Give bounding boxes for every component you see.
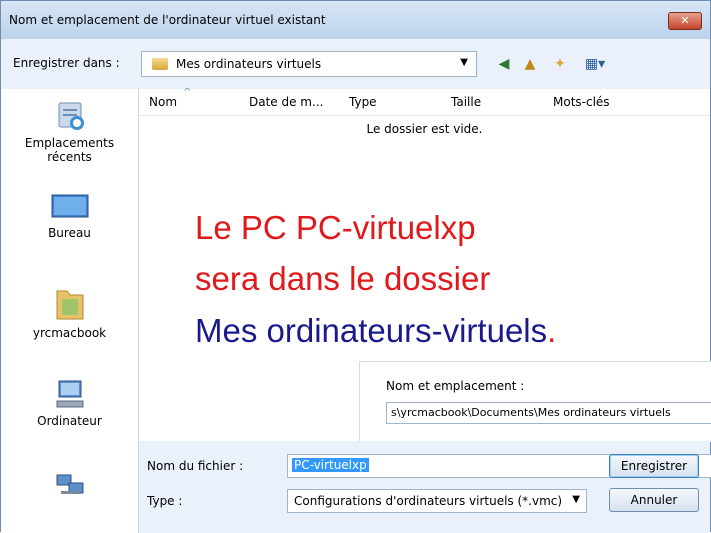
sidebar-item-label: Bureau [48, 226, 91, 240]
chevron-down-icon: ▼ [572, 494, 580, 505]
network-icon [56, 474, 83, 494]
sidebar-item-desktop[interactable]: Bureau [1, 193, 138, 240]
column-header: Nom ^ Date de m... Type Taille Mots-clés [139, 87, 710, 116]
save-dialog: Nom et emplacement de l'ordinateur virtu… [0, 0, 711, 533]
sidebar-item-label: Emplacements récents [24, 136, 115, 164]
sidebar-item-computer[interactable]: Ordinateur [1, 377, 138, 428]
close-icon: ✕ [680, 14, 690, 27]
filename-label: Nom du fichier : [147, 459, 244, 473]
annotation-line-3: Mes ordinateurs-virtuels. [195, 312, 556, 350]
back-icon[interactable]: ◀ [495, 55, 513, 73]
toolbar: Enregistrer dans : Mes ordinateurs virtu… [1, 39, 710, 89]
desktop-icon [51, 194, 88, 218]
dialog-footer: Nom du fichier : PC-virtuelxp ▼ Type : C… [139, 441, 711, 533]
location-path: s\yrcmacbook\Documents\Mes ordinateurs v… [386, 402, 711, 424]
sidebar-item-label: yrcmacbook [32, 326, 107, 340]
title-bar: Nom et emplacement de l'ordinateur virtu… [1, 1, 710, 39]
type-dropdown[interactable]: Configurations d'ordinateurs virtuels (*… [287, 489, 587, 513]
user-folder-icon [56, 290, 83, 320]
up-folder-icon[interactable]: ▲ [521, 55, 539, 73]
column-name[interactable]: Nom [149, 95, 177, 109]
column-type[interactable]: Type [349, 95, 377, 109]
empty-folder-message: Le dossier est vide. [366, 122, 483, 136]
close-button[interactable]: ✕ [668, 12, 702, 30]
location-tooltip-label: Nom et emplacement : [386, 379, 525, 393]
dialog-title: Nom et emplacement de l'ordinateur virtu… [9, 13, 326, 27]
views-icon[interactable]: ▦▾ [581, 55, 609, 73]
sidebar-item-user[interactable]: yrcmacbook [1, 283, 138, 340]
save-in-label: Enregistrer dans : [13, 56, 120, 70]
location-dropdown[interactable]: Mes ordinateurs virtuels ▼ [141, 51, 477, 77]
sidebar-item-label: Ordinateur [37, 414, 102, 428]
filename-value: PC-virtuelxp [292, 458, 369, 472]
annotation-folder-name: Mes ordinateurs-virtuels [195, 312, 548, 349]
sidebar-item-network[interactable] [1, 471, 138, 504]
chevron-down-icon: ▼ [460, 57, 468, 68]
annotation-line-1: Le PC PC-virtuelxp [195, 209, 476, 246]
type-label: Type : [147, 494, 183, 508]
places-sidebar: Emplacements récents Bureau yrcmacbook O… [1, 89, 139, 533]
annotation-line-2: sera dans le dossier [195, 260, 491, 297]
annotation-period: . [547, 312, 557, 349]
column-size[interactable]: Taille [451, 95, 481, 109]
column-tags[interactable]: Mots-clés [553, 95, 610, 109]
cancel-button[interactable]: Annuler [609, 488, 699, 512]
sort-ascending-icon: ^ [183, 87, 192, 98]
location-tooltip: Nom et emplacement : s\yrcmacbook\Docume… [359, 361, 711, 442]
location-value: Mes ordinateurs virtuels [176, 57, 322, 71]
type-value: Configurations d'ordinateurs virtuels (*… [294, 494, 563, 508]
recent-places-icon [58, 102, 84, 130]
folder-icon [152, 58, 168, 70]
sidebar-item-recent-places[interactable]: Emplacements récents [1, 99, 138, 164]
column-date[interactable]: Date de m... [249, 95, 323, 109]
save-button[interactable]: Enregistrer [609, 454, 699, 478]
computer-icon [56, 380, 83, 408]
new-folder-icon[interactable]: ✦ [551, 55, 569, 73]
